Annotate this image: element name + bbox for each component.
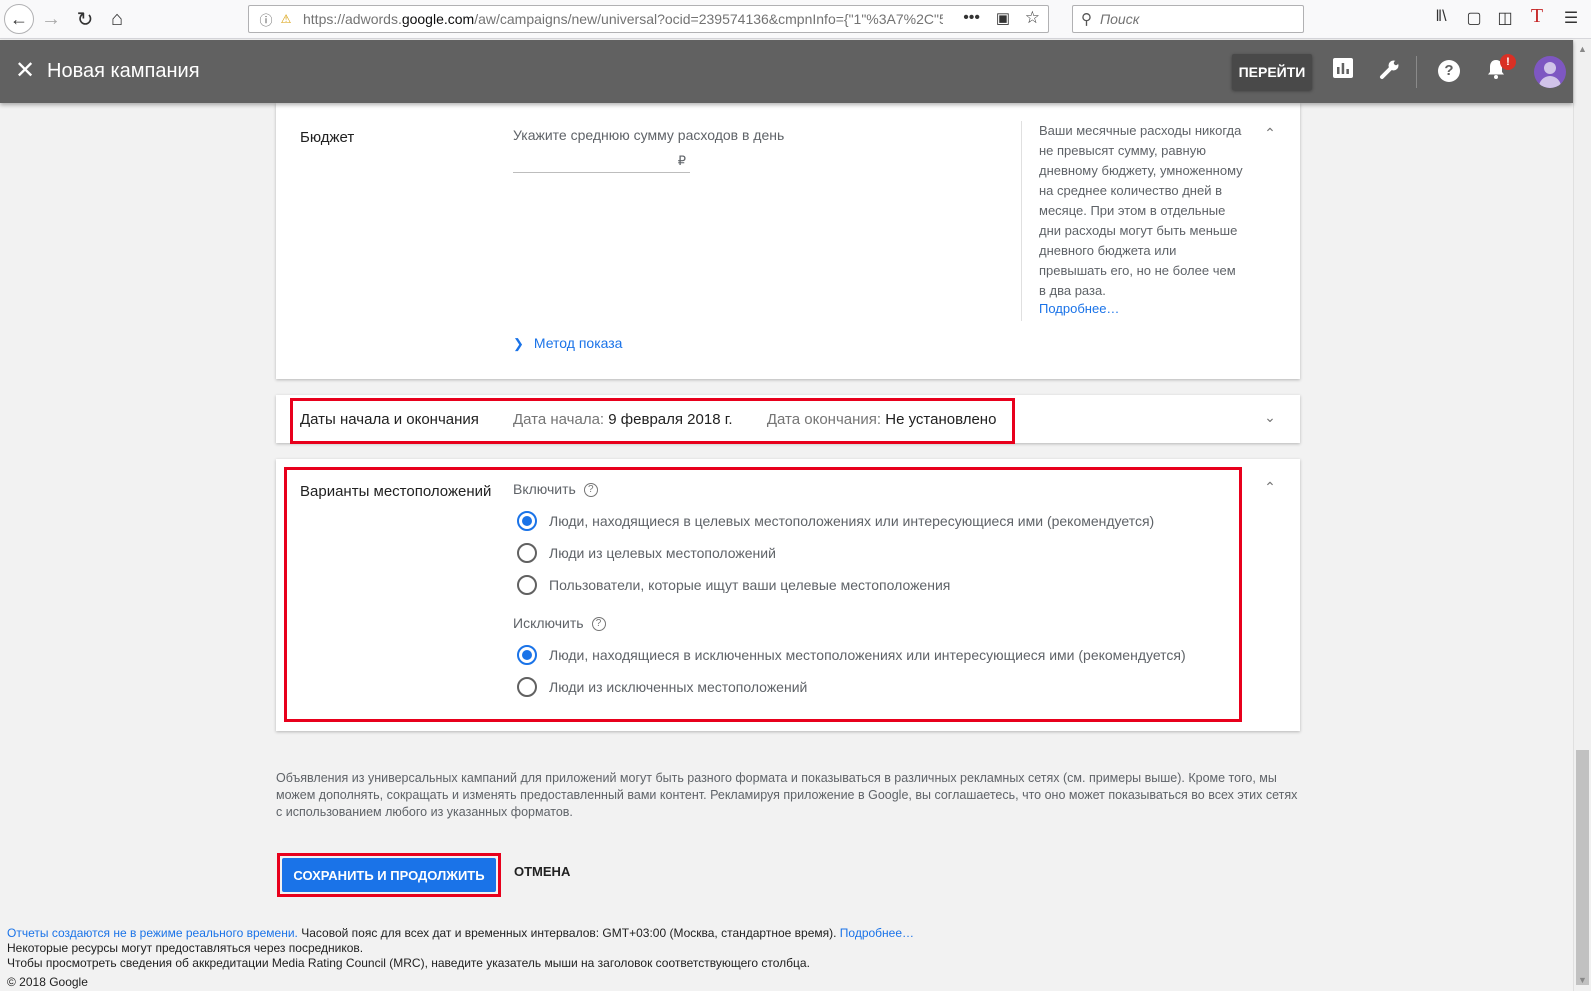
browser-toolbar: ← → ↻ ⌂ ⓘ ⚠ https://adwords.google.com/a… (0, 0, 1591, 39)
avatar[interactable] (1534, 56, 1566, 88)
url-bar[interactable]: ⓘ ⚠ https://adwords.google.com/aw/campai… (248, 5, 1049, 33)
url-text[interactable]: https://adwords.google.com/aw/campaigns/… (303, 11, 943, 27)
bookmark-star-icon[interactable]: ☆ (1025, 8, 1040, 28)
exclude-option-in-location[interactable]: Люди из исключенных местоположений (517, 677, 807, 697)
sidebar-icon[interactable]: ◫ (1494, 8, 1516, 28)
radio-button[interactable] (517, 575, 537, 595)
home-icon[interactable]: ⌂ (104, 6, 130, 32)
back-arrow-icon[interactable]: ← (4, 4, 34, 34)
app-header: ✕ Новая кампания ПЕРЕЙТИ ? ! (0, 40, 1573, 103)
realtime-reports-link[interactable]: Отчеты создаются не в режиме реального в… (7, 926, 298, 940)
chevron-down-icon: ❯ (513, 336, 524, 351)
budget-note-text: Ваши месячные расходы никогда не превыся… (1039, 123, 1243, 298)
budget-title: Бюджет (300, 129, 355, 146)
search-icon: ⚲ (1081, 11, 1092, 28)
scroll-thumb[interactable] (1576, 750, 1589, 985)
screenshot-icon[interactable]: ▢ (1463, 8, 1485, 28)
browser-search-input[interactable]: ⚲ Поиск (1072, 5, 1304, 33)
include-label: Включить? (513, 481, 598, 498)
save-and-continue-button[interactable]: СОХРАНИТЬ И ПРОДОЛЖИТЬ (282, 858, 496, 892)
tools-wrench-icon[interactable] (1377, 58, 1403, 84)
include-option-in-location[interactable]: Люди из целевых местоположений (517, 543, 776, 563)
footer-copyright: © 2018 Google (7, 975, 88, 989)
footer-line-2: Некоторые ресурсы могут предоставляться … (7, 941, 364, 955)
notification-badge: ! (1500, 54, 1516, 70)
budget-side-note: Ваши месячные расходы никогда не превыся… (1021, 121, 1251, 321)
dates-card[interactable]: Даты начала и окончания Дата начала: 9 ф… (276, 395, 1300, 443)
radio-button[interactable] (517, 677, 537, 697)
cancel-button[interactable]: ОТМЕНА (514, 864, 570, 879)
scroll-down-icon[interactable]: ▼ (1578, 975, 1587, 985)
footer-line-1: Отчеты создаются не в режиме реального в… (7, 926, 915, 940)
radio-button[interactable] (517, 543, 537, 563)
exclude-option-interest[interactable]: Люди, находящиеся в исключенных местопол… (517, 645, 1186, 665)
budget-hint: Укажите среднюю сумму расходов в день (513, 127, 785, 143)
page-scrollbar[interactable]: ▲ ▼ (1573, 40, 1591, 991)
locations-title: Варианты местоположений (300, 483, 492, 500)
info-icon[interactable]: ⓘ (255, 10, 277, 29)
chevron-up-icon[interactable]: ⌃ (1260, 125, 1280, 142)
budget-input[interactable]: ₽ (513, 145, 690, 173)
include-option-interest[interactable]: Люди, находящиеся в целевых местоположен… (517, 511, 1154, 531)
delivery-method-link[interactable]: ❯ Метод показа (513, 335, 622, 352)
page-actions-icon[interactable]: ••• (963, 9, 980, 27)
footer-learn-more-link[interactable]: Подробнее… (840, 926, 914, 940)
reload-icon[interactable]: ↻ (72, 6, 98, 32)
dates-title: Даты начала и окончания (300, 411, 479, 428)
help-icon[interactable]: ? (1438, 60, 1460, 82)
go-button[interactable]: ПЕРЕЙТИ (1232, 54, 1312, 90)
footer-line-3: Чтобы просмотреть сведения об аккредитац… (7, 956, 810, 970)
reports-icon[interactable] (1330, 58, 1356, 84)
chevron-down-icon[interactable]: ⌄ (1260, 409, 1280, 426)
disclaimer-text: Объявления из универсальных кампаний для… (276, 771, 1298, 819)
include-option-searching[interactable]: Пользователи, которые ищут ваши целевые … (517, 575, 950, 595)
library-icon[interactable]: ‖\ (1430, 8, 1452, 26)
page-title: Новая кампания (47, 60, 200, 82)
chevron-up-icon[interactable]: ⌃ (1260, 479, 1280, 496)
radio-button[interactable] (517, 645, 537, 665)
budget-learn-more-link[interactable]: Подробнее… (1039, 301, 1251, 316)
budget-card: Бюджет Укажите среднюю сумму расходов в … (276, 103, 1300, 379)
translate-extension-icon[interactable]: T (1526, 5, 1548, 28)
exclude-label: Исключить? (513, 615, 606, 632)
header-divider (1416, 56, 1417, 88)
scroll-up-icon[interactable]: ▲ (1578, 44, 1587, 54)
menu-icon[interactable]: ☰ (1560, 8, 1582, 28)
forward-arrow-icon[interactable]: → (38, 6, 64, 32)
warning-lock-icon[interactable]: ⚠ (277, 12, 295, 26)
pocket-icon[interactable]: ▣ (996, 9, 1010, 27)
currency-symbol: ₽ (677, 153, 686, 168)
radio-button[interactable] (517, 511, 537, 531)
locations-card: Варианты местоположений Включить? Люди, … (276, 459, 1300, 731)
dates-summary: Дата начала: 9 февраля 2018 г. Дата окон… (513, 411, 997, 428)
help-icon[interactable]: ? (583, 483, 598, 498)
help-icon[interactable]: ? (591, 617, 606, 632)
close-icon[interactable]: ✕ (12, 58, 38, 84)
